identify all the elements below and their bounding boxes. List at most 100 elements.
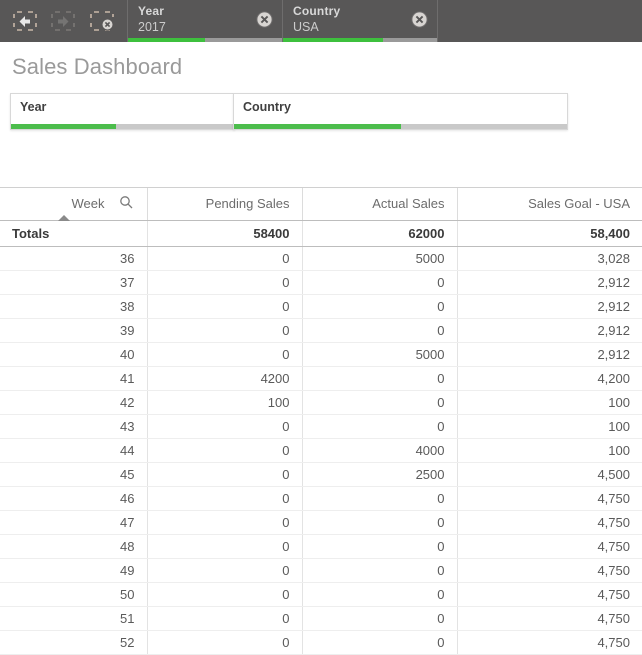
selection-chip-year[interactable]: Year 2017 <box>128 0 283 42</box>
table-row[interactable]: 49 0 0 4,750 <box>0 558 642 583</box>
pending-sales-cell: 0 <box>147 510 303 535</box>
search-icon[interactable] <box>119 195 133 212</box>
sales-table: Week Pending Sales Actual Sales Sales Go… <box>0 188 642 655</box>
column-header-label: Pending Sales <box>205 196 290 212</box>
selections-empty-area <box>438 0 642 42</box>
week-cell[interactable]: 47 <box>0 510 148 535</box>
week-cell[interactable]: 52 <box>0 630 148 655</box>
column-header-sales-goal[interactable]: Sales Goal - USA <box>457 188 642 221</box>
clear-selection-button[interactable] <box>411 11 428 28</box>
week-cell[interactable]: 36 <box>0 246 148 271</box>
pending-sales-cell: 0 <box>147 558 303 583</box>
column-header-label: Sales Goal - USA <box>528 196 630 212</box>
sales-goal-cell: 4,750 <box>457 534 642 559</box>
table-row[interactable]: 40 0 5000 2,912 <box>0 342 642 367</box>
pending-sales-cell: 0 <box>147 318 303 343</box>
sales-goal-cell: 2,912 <box>457 342 642 367</box>
selections-toolbar: Year 2017 Country USA <box>0 0 642 42</box>
week-cell[interactable]: 50 <box>0 582 148 607</box>
week-cell[interactable]: 37 <box>0 270 148 295</box>
actual-sales-cell: 0 <box>302 510 458 535</box>
filter-state-meter <box>234 124 567 129</box>
week-cell[interactable]: 45 <box>0 462 148 487</box>
sort-ascending-icon <box>58 214 70 221</box>
table-row[interactable]: 43 0 0 100 <box>0 414 642 439</box>
pending-sales-cell: 0 <box>147 630 303 655</box>
actual-sales-cell: 2500 <box>302 462 458 487</box>
table-row[interactable]: 52 0 0 4,750 <box>0 630 642 655</box>
table-row[interactable]: 41 4200 0 4,200 <box>0 366 642 391</box>
actual-sales-cell: 0 <box>302 270 458 295</box>
column-header-week[interactable]: Week <box>0 188 148 221</box>
column-header-label: Actual Sales <box>372 196 445 212</box>
week-cell[interactable]: 43 <box>0 414 148 439</box>
table-row[interactable]: 36 0 5000 3,028 <box>0 246 642 271</box>
actual-sales-cell: 0 <box>302 318 458 343</box>
week-cell[interactable]: 41 <box>0 366 148 391</box>
pending-sales-cell: 0 <box>147 582 303 607</box>
actual-sales-cell: 0 <box>302 630 458 655</box>
pending-sales-cell: 0 <box>147 414 303 439</box>
clear-selection-button[interactable] <box>256 11 273 28</box>
table-row[interactable]: 37 0 0 2,912 <box>0 270 642 295</box>
actual-sales-cell: 0 <box>302 390 458 415</box>
week-cell[interactable]: 48 <box>0 534 148 559</box>
pending-sales-cell: 4200 <box>147 366 303 391</box>
sales-goal-cell: 4,750 <box>457 630 642 655</box>
filter-pane-year[interactable]: Year <box>10 93 235 130</box>
pending-sales-cell: 0 <box>147 246 303 271</box>
selection-chip-field: Year <box>138 4 165 18</box>
pending-sales-cell: 100 <box>147 390 303 415</box>
filter-pane-title: Country <box>243 100 291 114</box>
selection-back-icon <box>13 11 37 31</box>
actual-sales-cell: 0 <box>302 582 458 607</box>
table-row[interactable]: 38 0 0 2,912 <box>0 294 642 319</box>
totals-sales-goal: 58,400 <box>457 220 642 247</box>
week-cell[interactable]: 46 <box>0 486 148 511</box>
table-row[interactable]: 51 0 0 4,750 <box>0 606 642 631</box>
week-cell[interactable]: 44 <box>0 438 148 463</box>
week-cell[interactable]: 40 <box>0 342 148 367</box>
pending-sales-cell: 0 <box>147 438 303 463</box>
table-header-row: Week Pending Sales Actual Sales Sales Go… <box>0 188 642 221</box>
table-body: Totals 58400 62000 58,400 36 0 5000 3,028 37… <box>0 220 642 655</box>
table-row[interactable]: 42 100 0 100 <box>0 390 642 415</box>
week-cell[interactable]: 39 <box>0 318 148 343</box>
actual-sales-cell: 0 <box>302 366 458 391</box>
column-header-pending-sales[interactable]: Pending Sales <box>147 188 303 221</box>
sales-goal-cell: 100 <box>457 438 642 463</box>
actual-sales-cell: 5000 <box>302 342 458 367</box>
selection-back-button[interactable] <box>8 6 42 36</box>
totals-pending-sales: 58400 <box>147 220 303 247</box>
table-row[interactable]: 47 0 0 4,750 <box>0 510 642 535</box>
actual-sales-cell: 0 <box>302 534 458 559</box>
selection-forward-button[interactable] <box>46 6 80 36</box>
table-row[interactable]: 45 0 2500 4,500 <box>0 462 642 487</box>
selection-chip-country[interactable]: Country USA <box>283 0 438 42</box>
pending-sales-cell: 0 <box>147 270 303 295</box>
table-row[interactable]: 48 0 0 4,750 <box>0 534 642 559</box>
pending-sales-cell: 0 <box>147 342 303 367</box>
column-header-actual-sales[interactable]: Actual Sales <box>302 188 458 221</box>
clear-selection-icon <box>411 11 428 28</box>
week-cell[interactable]: 49 <box>0 558 148 583</box>
sheet-area: Sales Dashboard Year Country Week Pendin… <box>0 42 642 655</box>
filter-state-meter <box>11 124 234 129</box>
table-row[interactable]: 44 0 4000 100 <box>0 438 642 463</box>
selection-forward-icon <box>51 11 76 31</box>
actual-sales-cell: 0 <box>302 414 458 439</box>
clear-all-selections-button[interactable] <box>85 6 119 36</box>
actual-sales-cell: 5000 <box>302 246 458 271</box>
table-row[interactable]: 46 0 0 4,750 <box>0 486 642 511</box>
week-cell[interactable]: 51 <box>0 606 148 631</box>
table-row[interactable]: 39 0 0 2,912 <box>0 318 642 343</box>
totals-actual-sales: 62000 <box>302 220 458 247</box>
table-header: Week Pending Sales Actual Sales Sales Go… <box>0 188 642 221</box>
week-cell[interactable]: 42 <box>0 390 148 415</box>
selection-chip-field: Country <box>293 4 341 18</box>
table-row[interactable]: 50 0 0 4,750 <box>0 582 642 607</box>
week-cell[interactable]: 38 <box>0 294 148 319</box>
sales-goal-cell: 2,912 <box>457 318 642 343</box>
selection-tools <box>0 0 128 42</box>
filter-pane-country[interactable]: Country <box>233 93 568 130</box>
